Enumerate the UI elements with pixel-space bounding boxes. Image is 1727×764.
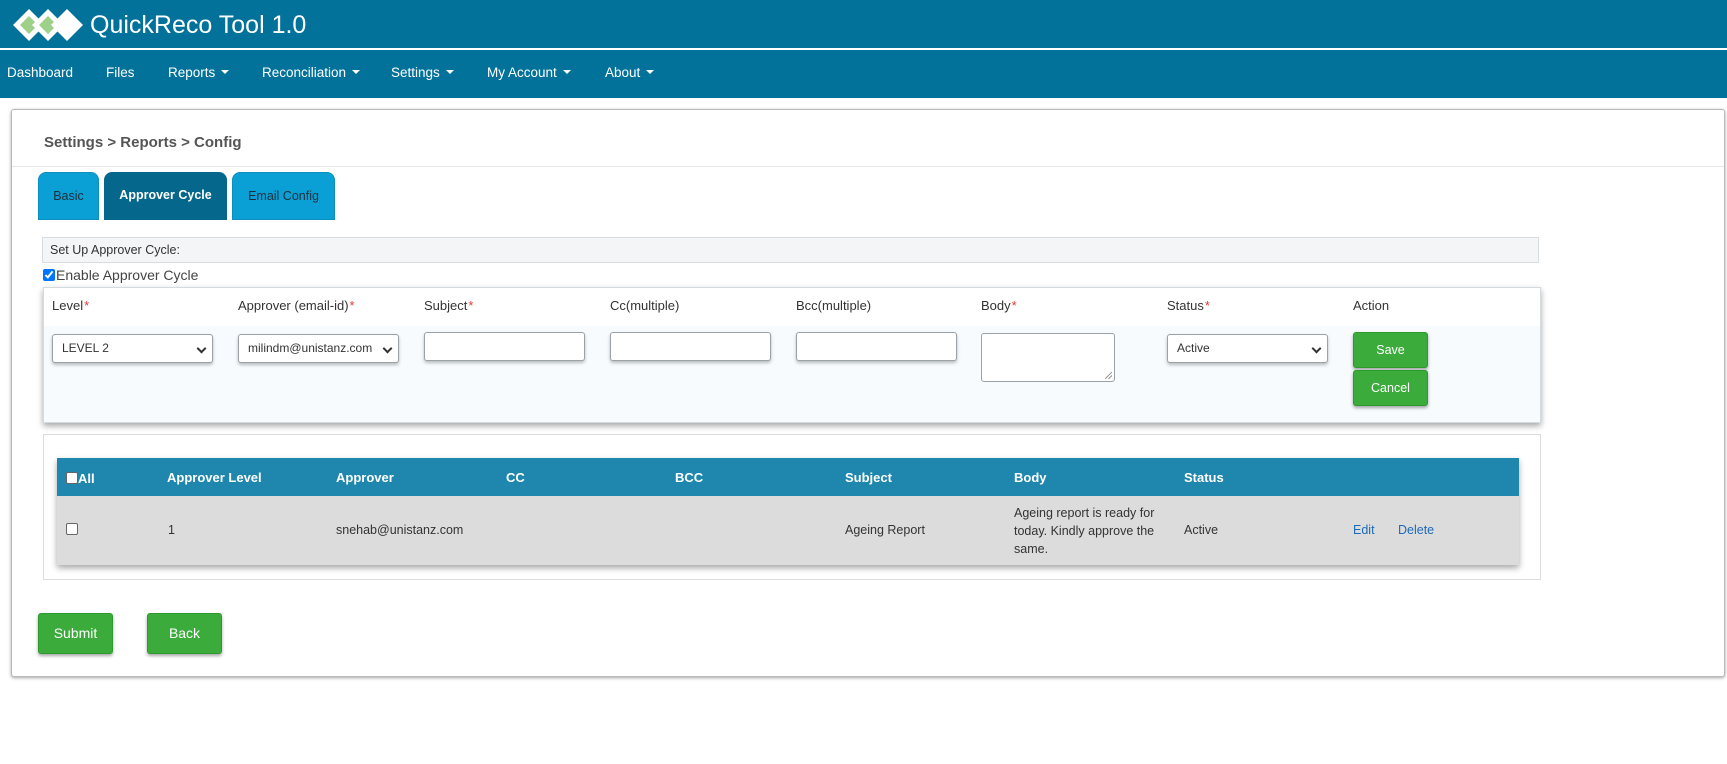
subject-label: Subject* [424, 298, 474, 313]
chevron-down-icon [1311, 343, 1322, 354]
nav-about[interactable]: About [605, 65, 655, 81]
chevron-down-icon [196, 343, 207, 354]
body-label: Body* [981, 298, 1017, 313]
required-mark: * [468, 298, 474, 313]
col-approver-level: Approver Level [167, 470, 262, 485]
required-mark: * [1011, 298, 1017, 313]
row-subject: Ageing Report [845, 523, 925, 537]
select-all-label: All [78, 471, 95, 486]
enable-approver-cycle-label: Enable Approver Cycle [56, 267, 199, 283]
tab-approver-cycle[interactable]: Approver Cycle [104, 172, 227, 220]
chevron-down-icon [352, 70, 361, 74]
bcc-input[interactable] [796, 332, 957, 361]
tab-email-config-label: Email Config [248, 189, 319, 203]
nav-files-label: Files [106, 65, 135, 80]
row-level: 1 [168, 523, 175, 537]
app-logo-icon [13, 9, 83, 41]
col-body: Body [1014, 470, 1047, 485]
action-label: Action [1353, 298, 1390, 313]
breadcrumb: Settings > Reports > Config [44, 134, 242, 151]
save-button[interactable]: Save [1353, 332, 1428, 368]
cancel-button[interactable]: Cancel [1353, 370, 1428, 406]
level-label: Level* [52, 298, 90, 313]
config-card: Settings > Reports > Config Basic Approv… [11, 109, 1725, 677]
enable-approver-cycle-row: Enable Approver Cycle [43, 267, 198, 283]
body-textarea[interactable] [981, 333, 1115, 382]
nav-reports[interactable]: Reports [168, 65, 230, 81]
app-header: QuickReco Tool 1.0 [0, 0, 1727, 49]
section-title: Set Up Approver Cycle: [42, 237, 1539, 263]
edit-link[interactable]: Edit [1353, 523, 1375, 537]
status-select-value: Active [1177, 341, 1210, 355]
row-body: Ageing report is ready for today. Kindly… [1014, 506, 1155, 556]
select-all[interactable]: All [66, 471, 95, 486]
approver-table-wrap: All Approver Level Approver CC BCC Subje… [43, 434, 1541, 580]
tab-email-config[interactable]: Email Config [232, 172, 335, 220]
col-approver: Approver [336, 470, 394, 485]
bcc-label: Bcc(multiple) [796, 298, 872, 313]
resize-grip-icon[interactable] [1105, 372, 1112, 379]
required-mark: * [84, 298, 90, 313]
cc-input[interactable] [610, 332, 771, 361]
row-approver: snehab@unistanz.com [336, 523, 464, 537]
nav-dashboard-label: Dashboard [7, 65, 74, 80]
approver-form-panel: Level* Approver (email-id)* Subject* Cc(… [43, 287, 1541, 423]
delete-link[interactable]: Delete [1398, 523, 1434, 537]
back-button[interactable]: Back [147, 613, 222, 654]
chevron-down-icon [445, 70, 454, 74]
nav-about-label: About [605, 65, 641, 80]
tab-basic-label: Basic [53, 189, 84, 203]
col-subject: Subject [845, 470, 892, 485]
nav-reports-label: Reports [168, 65, 216, 80]
nav-dashboard[interactable]: Dashboard [7, 65, 73, 81]
select-all-checkbox[interactable] [66, 472, 78, 484]
required-mark: * [1204, 298, 1210, 313]
nav-files[interactable]: Files [106, 65, 135, 81]
row-status: Active [1184, 523, 1219, 537]
approver-select-value: milindm@unistanz.com [248, 341, 373, 355]
enable-approver-cycle-checkbox[interactable] [43, 269, 55, 281]
approver-select[interactable]: milindm@unistanz.com [238, 334, 399, 363]
chevron-down-icon [382, 343, 393, 354]
nav-settings[interactable]: Settings [391, 65, 454, 81]
tab-approver-cycle-label: Approver Cycle [119, 188, 212, 202]
nav-my-account-label: My Account [487, 65, 557, 80]
approver-table: All Approver Level Approver CC BCC Subje… [57, 458, 1519, 565]
approver-label: Approver (email-id)* [238, 298, 355, 313]
chevron-down-icon [221, 70, 230, 74]
main-navbar: Dashboard Files Reports Reconciliation S… [0, 50, 1727, 98]
subject-input[interactable] [424, 332, 585, 361]
tab-basic[interactable]: Basic [38, 172, 99, 220]
required-mark: * [349, 298, 355, 313]
level-select[interactable]: LEVEL 2 [52, 334, 213, 363]
col-status: Status [1184, 470, 1224, 485]
chevron-down-icon [646, 70, 655, 74]
status-label: Status* [1167, 298, 1210, 313]
chevron-down-icon [562, 70, 571, 74]
nav-reconciliation[interactable]: Reconciliation [262, 65, 361, 81]
status-select[interactable]: Active [1167, 334, 1328, 363]
col-bcc: BCC [675, 470, 704, 485]
card-divider [12, 166, 1724, 167]
col-cc: CC [506, 470, 525, 485]
table-row: 1 snehab@unistanz.com Ageing Report Agei… [57, 496, 1519, 565]
level-select-value: LEVEL 2 [62, 341, 109, 355]
nav-settings-label: Settings [391, 65, 440, 80]
row-checkbox[interactable] [66, 523, 78, 538]
cc-label: Cc(multiple) [610, 298, 680, 313]
nav-reconciliation-label: Reconciliation [262, 65, 347, 80]
table-header: All Approver Level Approver CC BCC Subje… [57, 458, 1519, 496]
submit-button[interactable]: Submit [38, 613, 113, 654]
app-title: QuickReco Tool 1.0 [90, 11, 307, 39]
nav-my-account[interactable]: My Account [487, 65, 571, 81]
